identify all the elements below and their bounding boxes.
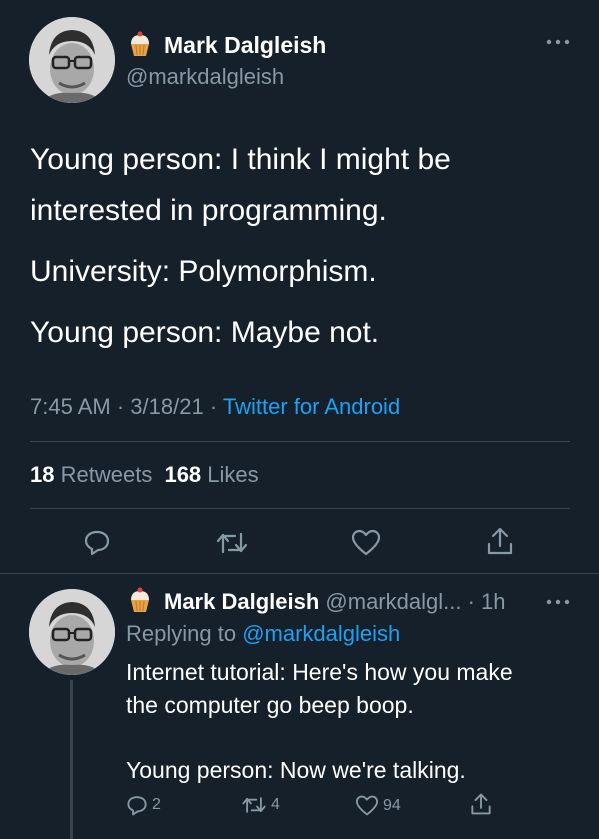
avatar[interactable] [29,17,115,103]
ellipsis-icon[interactable] [545,38,571,46]
author-handle[interactable]: @markdalgleish [126,64,284,90]
reply-avatar[interactable] [29,589,115,675]
like-count: 94 [383,796,401,814]
cupcake-icon [126,586,154,614]
reply-header: Mark Dalgleish @markdalgl... · 1h [164,589,506,615]
reply-action-like[interactable]: 94 [355,795,401,816]
author-name[interactable]: Mark Dalgleish [164,32,326,59]
replying-to-handle[interactable]: @markdalgleish [242,621,400,646]
divider [30,508,570,509]
reply-action-reply[interactable]: 2 [126,794,161,816]
tweet-text-line-3: University: Polymorphism. [30,255,377,288]
retweet-icon[interactable] [215,530,249,556]
reply-text-line-1: Internet tutorial: Here's how you make [126,659,513,685]
ellipsis-icon[interactable] [545,598,571,606]
heart-icon [355,795,379,816]
meta-separator: · [209,394,218,419]
reply-author-name[interactable]: Mark Dalgleish [164,589,319,614]
replying-to-label: Replying to [126,621,237,646]
likes-stat[interactable]: 168 Likes [164,462,258,487]
retweet-count: 4 [271,796,280,813]
tweet-text-line-4: Young person: Maybe not. [30,316,380,349]
avatar-image [29,17,115,103]
meta-separator: · [116,394,125,419]
likes-count: 168 [164,462,202,487]
reply-text-line-3: Young person: Now we're talking. [126,757,466,783]
reply-author-handle[interactable]: @markdalgl... [325,589,461,614]
retweets-label: Retweets [60,462,153,487]
divider [30,441,570,442]
section-divider [0,573,599,574]
reply-action-retweet[interactable]: 4 [241,795,280,815]
tweet-source-link[interactable]: Twitter for Android [223,394,400,419]
thread-line [70,680,73,839]
share-icon[interactable] [486,526,514,556]
tweet-stats: 18 Retweets 168 Likes [30,462,259,488]
cupcake-icon [126,30,154,58]
retweets-count: 18 [30,462,55,487]
tweet-meta: 7:45 AM · 3/18/21 · Twitter for Android [30,394,400,420]
reply-text-line-2: the computer go beep boop. [126,692,414,718]
replying-to: Replying to @markdalgleish [126,621,400,647]
reply-icon[interactable] [83,528,111,556]
tweet-time: 7:45 AM [30,394,111,419]
retweets-stat[interactable]: 18 Retweets [30,462,158,487]
tweet-date: 3/18/21 [130,394,204,419]
tweet-text-line-2: interested in programming. [30,194,387,227]
retweet-icon [241,795,267,815]
reply-icon [126,794,148,816]
likes-label: Likes [207,462,259,487]
heart-icon[interactable] [351,529,381,556]
avatar-image [29,589,115,675]
reply-time: · 1h [467,589,506,614]
share-icon[interactable] [470,792,492,816]
tweet-text-line-1: Young person: I think I might be [30,143,451,176]
reply-count: 2 [152,796,161,813]
